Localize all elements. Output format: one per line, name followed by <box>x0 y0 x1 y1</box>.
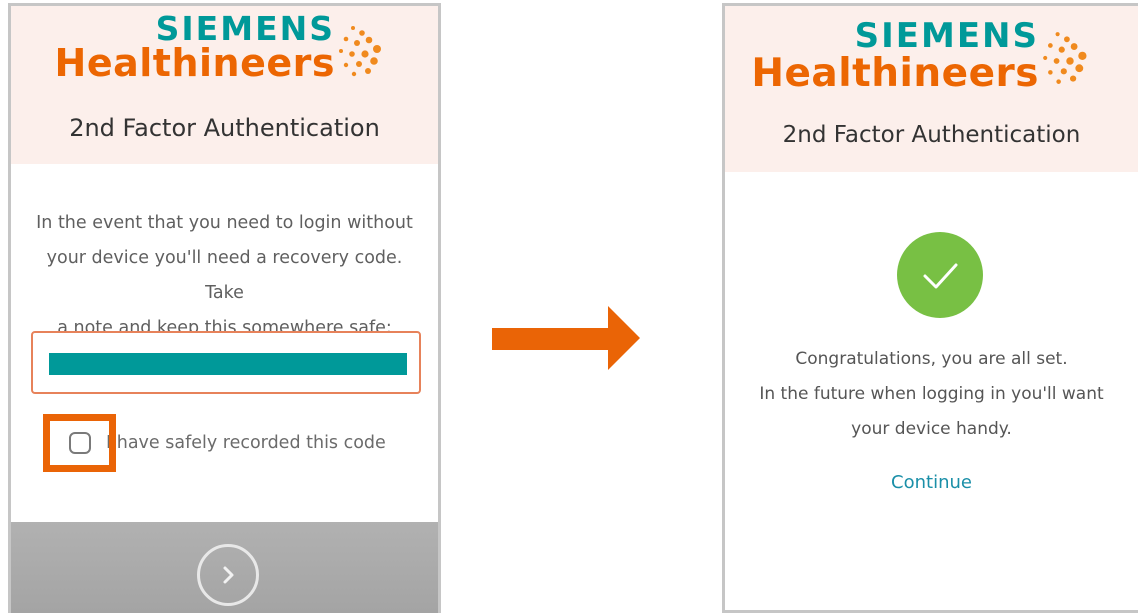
recovery-instructions: In the event that you need to login with… <box>25 206 424 346</box>
message-line: your device handy. <box>851 419 1012 439</box>
bottom-action-bar <box>11 522 438 613</box>
siemens-healthineers-logo: SIEMENS Healthineers <box>11 12 335 82</box>
success-badge <box>897 232 983 318</box>
arrow-right-icon <box>492 306 640 370</box>
confirm-recorded-row[interactable]: I have safely recorded this code <box>11 414 438 472</box>
header: SIEMENS Healthineers 2nd Factor Authenti… <box>725 6 1138 172</box>
header: SIEMENS Healthineers 2nd Factor Authenti… <box>11 6 438 164</box>
logo-text-healthineers: Healthineers <box>751 51 1039 96</box>
instructions-line: In the event that you need to login with… <box>36 213 413 233</box>
logo-text-healthineers: Healthineers <box>54 41 335 85</box>
recovery-code-field[interactable] <box>31 331 421 394</box>
next-button[interactable] <box>197 544 259 606</box>
checkbox-highlight-box <box>43 414 116 472</box>
chevron-right-icon <box>223 566 234 584</box>
instructions-line: your device you'll need a recovery code.… <box>46 248 403 303</box>
recovery-code-redaction <box>49 353 407 375</box>
logo-dots-icon <box>339 26 381 77</box>
siemens-healthineers-logo: SIEMENS Healthineers <box>725 19 1039 93</box>
success-message: Congratulations, you are all set. In the… <box>725 342 1138 447</box>
message-line: Congratulations, you are all set. <box>795 349 1068 369</box>
page-title: 2nd Factor Authentication <box>69 114 380 142</box>
logo-text-siemens: SIEMENS <box>854 16 1039 56</box>
setup-complete-screen: SIEMENS Healthineers 2nd Factor Authenti… <box>722 3 1138 613</box>
checkmark-icon <box>923 263 958 289</box>
message-line: In the future when logging in you'll wan… <box>759 384 1104 404</box>
confirm-recorded-label: I have safely recorded this code <box>106 433 386 453</box>
recovery-code-screen: SIEMENS Healthineers 2nd Factor Authenti… <box>8 3 441 613</box>
logo-dots-icon <box>1043 32 1087 84</box>
continue-link[interactable]: Continue <box>725 472 1138 493</box>
page-title: 2nd Factor Authentication <box>782 122 1081 148</box>
logo-text-siemens: SIEMENS <box>155 9 335 48</box>
